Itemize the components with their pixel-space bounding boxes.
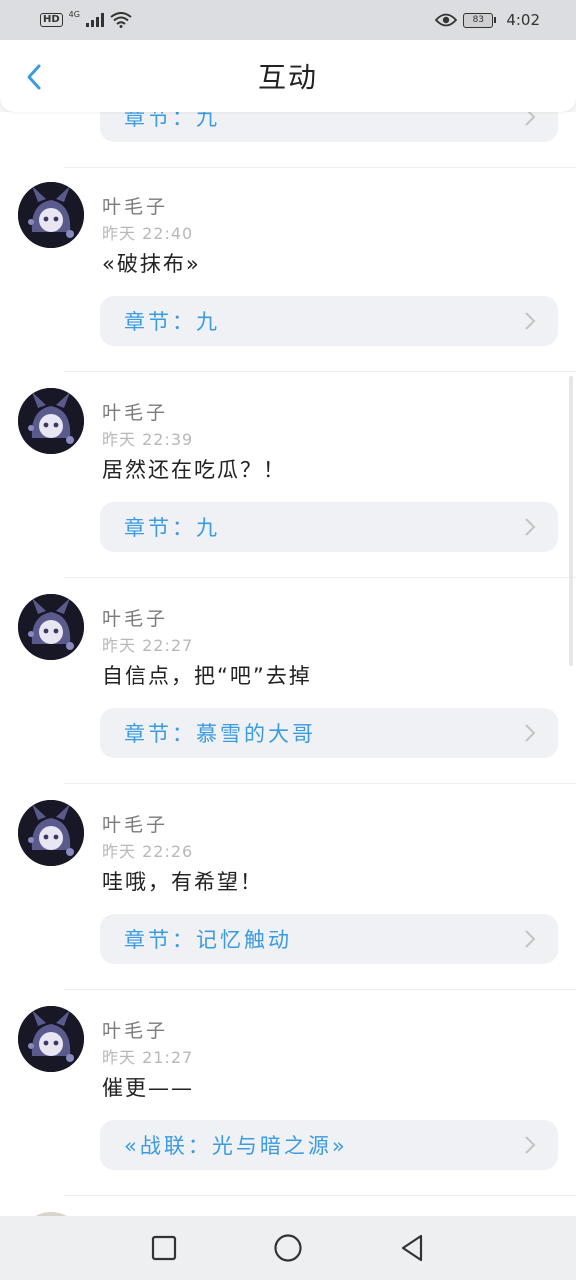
chapter-link[interactable]: 章节：记忆触动 bbox=[100, 914, 558, 964]
page-title: 互动 bbox=[257, 61, 318, 94]
status-left: HD 4G bbox=[40, 9, 132, 28]
chevron-right-icon bbox=[525, 1136, 536, 1154]
chapter-link[interactable]: 章节：九 bbox=[100, 112, 558, 142]
eye-icon bbox=[435, 13, 458, 27]
chapter-label: 章节：慕雪的大哥 bbox=[124, 722, 316, 746]
timestamp: 昨天 22:27 bbox=[102, 636, 194, 655]
avatar[interactable] bbox=[18, 594, 84, 660]
chapter-label: 章节：九 bbox=[124, 310, 220, 334]
avatar[interactable] bbox=[18, 388, 84, 454]
wifi-icon bbox=[110, 12, 132, 28]
chevron-right-icon bbox=[525, 518, 536, 536]
signal-icon bbox=[85, 13, 104, 27]
interaction-feed[interactable]: 章节：九 叶毛子 昨天 22:40 «破抹布» 章节：九 叶毛子 昨天 22:3… bbox=[0, 112, 576, 1216]
battery-level: 83 bbox=[463, 12, 494, 28]
user-name[interactable]: 叶毛子 bbox=[102, 192, 168, 219]
circle-home-icon[interactable] bbox=[271, 1231, 305, 1265]
comment-text: 自信点，把“吧”去掉 bbox=[102, 664, 312, 688]
app-header: 互动 bbox=[0, 40, 576, 112]
chevron-right-icon bbox=[525, 724, 536, 742]
user-name[interactable]: 叶毛子 bbox=[102, 398, 168, 425]
battery-icon: 83 bbox=[463, 12, 497, 28]
avatar[interactable] bbox=[18, 1006, 84, 1072]
chapter-link[interactable]: 章节：慕雪的大哥 bbox=[100, 708, 558, 758]
list-item-partial: 章节：九 bbox=[0, 112, 576, 168]
status-right: 83 4:02 bbox=[435, 11, 540, 29]
chapter-link[interactable]: 章节：九 bbox=[100, 296, 558, 346]
user-name[interactable]: 叶毛子 bbox=[102, 1016, 168, 1043]
list-item: 叶毛子 昨天 22:40 «破抹布» 章节：九 bbox=[0, 166, 576, 372]
chapter-link[interactable]: «战联：光与暗之源» bbox=[100, 1120, 558, 1170]
status-bar: HD 4G 83 4:02 bbox=[0, 0, 576, 40]
user-name[interactable]: 叶毛子 bbox=[102, 604, 168, 631]
status-time: 4:02 bbox=[506, 11, 540, 29]
comment-text: 居然还在吃瓜？！ bbox=[102, 458, 286, 482]
chevron-left-icon[interactable] bbox=[22, 62, 46, 92]
scrollbar[interactable] bbox=[569, 376, 573, 666]
list-item: 叶毛子 昨天 22:27 自信点，把“吧”去掉 章节：慕雪的大哥 bbox=[0, 578, 576, 784]
timestamp: 昨天 22:40 bbox=[102, 224, 194, 243]
chapter-label: «战联：光与暗之源» bbox=[124, 1134, 348, 1158]
feed-list: 叶毛子 昨天 22:40 «破抹布» 章节：九 叶毛子 昨天 22:39 居然还… bbox=[0, 166, 576, 1216]
chapter-label: 章节：九 bbox=[124, 516, 220, 540]
chevron-right-icon bbox=[525, 930, 536, 948]
timestamp: 昨天 22:39 bbox=[102, 430, 194, 449]
avatar[interactable] bbox=[18, 182, 84, 248]
timestamp: 昨天 22:26 bbox=[102, 842, 194, 861]
triangle-back-icon[interactable] bbox=[395, 1231, 429, 1265]
list-item: 叶毛子 昨天 22:26 哇哦，有希望！ 章节：记忆触动 bbox=[0, 784, 576, 990]
chapter-link[interactable]: 章节：九 bbox=[100, 502, 558, 552]
square-recent-icon[interactable] bbox=[147, 1231, 181, 1265]
user-name[interactable]: 叶毛子 bbox=[102, 810, 168, 837]
list-item-partial bbox=[0, 1196, 576, 1216]
chapter-label: 章节：九 bbox=[124, 112, 220, 130]
comment-text: 哇哦，有希望！ bbox=[102, 870, 263, 894]
list-item: 叶毛子 昨天 22:39 居然还在吃瓜？！ 章节：九 bbox=[0, 372, 576, 578]
comment-text: «破抹布» bbox=[102, 252, 201, 276]
chapter-label: 章节：记忆触动 bbox=[124, 928, 292, 952]
system-nav-bar bbox=[0, 1216, 576, 1280]
chevron-right-icon bbox=[525, 112, 536, 126]
comment-text: 催更—— bbox=[102, 1076, 194, 1100]
avatar[interactable] bbox=[18, 800, 84, 866]
network-type: 4G bbox=[68, 9, 80, 19]
chevron-right-icon bbox=[525, 312, 536, 330]
timestamp: 昨天 21:27 bbox=[102, 1048, 194, 1067]
list-item: 叶毛子 昨天 21:27 催更—— «战联：光与暗之源» bbox=[0, 990, 576, 1196]
hd-icon: HD bbox=[40, 13, 63, 27]
